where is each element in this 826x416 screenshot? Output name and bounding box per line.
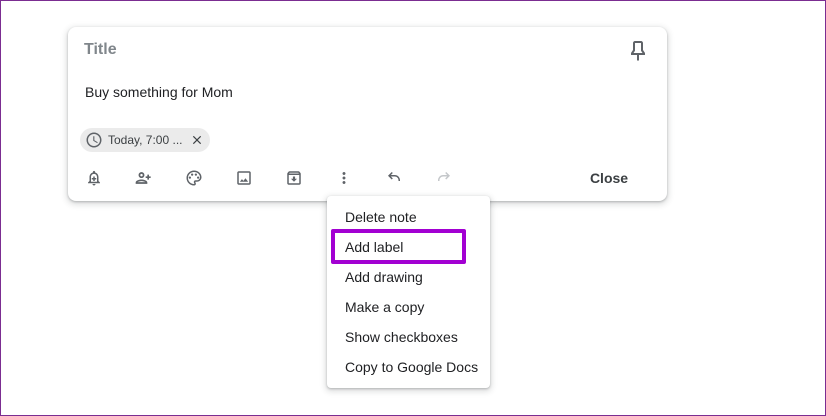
bell-plus-icon[interactable]: [81, 165, 107, 191]
note-toolbar: Close: [68, 161, 667, 195]
clock-icon: [85, 131, 103, 149]
undo-icon[interactable]: [381, 165, 407, 191]
menu-item-add-label[interactable]: Add label: [327, 232, 490, 262]
menu-item-show-checkboxes[interactable]: Show checkboxes: [327, 322, 490, 352]
reminder-chip[interactable]: Today, 7:00 ...: [80, 128, 210, 152]
menu-item-make-a-copy[interactable]: Make a copy: [327, 292, 490, 322]
pin-icon[interactable]: [625, 38, 651, 64]
close-icon[interactable]: [190, 133, 204, 147]
note-title-input[interactable]: [84, 39, 584, 61]
reminder-chip-label: Today, 7:00 ...: [108, 133, 183, 147]
close-button[interactable]: Close: [578, 167, 640, 189]
note-body-text[interactable]: Buy something for Mom: [85, 84, 233, 100]
note-editor: Buy something for Mom Today, 7:00 ...: [68, 27, 667, 201]
menu-item-delete-note[interactable]: Delete note: [327, 202, 490, 232]
person-add-icon[interactable]: [131, 165, 157, 191]
more-options-menu: Delete note Add label Add drawing Make a…: [327, 196, 490, 388]
menu-item-copy-to-google-docs[interactable]: Copy to Google Docs: [327, 352, 490, 382]
palette-icon[interactable]: [181, 165, 207, 191]
menu-item-add-drawing[interactable]: Add drawing: [327, 262, 490, 292]
redo-icon: [431, 165, 457, 191]
more-vert-icon[interactable]: [331, 165, 357, 191]
image-icon[interactable]: [231, 165, 257, 191]
archive-icon[interactable]: [281, 165, 307, 191]
